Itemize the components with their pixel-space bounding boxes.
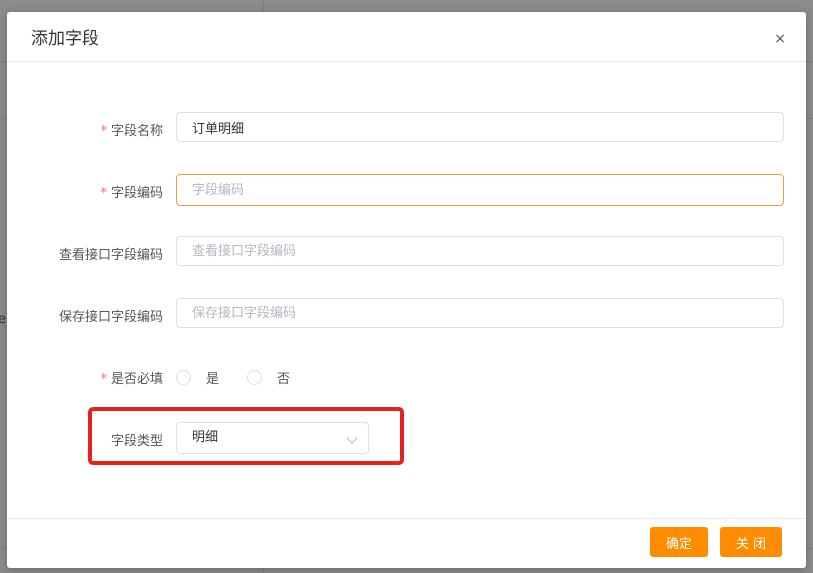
is-required-radio-group: 是 否: [176, 368, 318, 387]
required-mark: *: [100, 372, 107, 387]
highlight-box: [88, 407, 404, 465]
field-name-input[interactable]: [176, 112, 784, 142]
is-required-label: * 是否必填: [100, 372, 163, 387]
add-field-dialog: 添加字段 × *字段名称 *字段编码 查看接口字段编码 保存接口字段编码 *是否…: [7, 12, 806, 568]
dialog-footer: 确定 关 闭: [7, 518, 806, 568]
field-code-row: * 字段编码: [7, 174, 806, 206]
required-mark: *: [100, 124, 107, 139]
view-api-code-label: 查看接口字段编码: [58, 248, 163, 263]
save-api-code-label: 保存接口字段编码: [58, 310, 163, 325]
background-text: e: [0, 312, 6, 327]
view-api-code-input[interactable]: [176, 236, 784, 266]
radio-circle-icon: [247, 370, 263, 385]
close-button[interactable]: 关 闭: [720, 527, 782, 557]
confirm-button[interactable]: 确定: [650, 527, 708, 557]
save-api-code-input[interactable]: [176, 298, 784, 328]
dialog-title: 添加字段: [31, 29, 99, 49]
radio-no[interactable]: 否: [247, 368, 290, 387]
field-name-label: * 字段名称: [100, 124, 163, 139]
save-api-code-row: 保存接口字段编码: [7, 298, 806, 330]
dialog-header: 添加字段 ×: [7, 12, 806, 62]
field-name-row: * 字段名称: [7, 112, 806, 144]
radio-no-label: 否: [277, 372, 291, 387]
field-code-input[interactable]: [176, 174, 784, 206]
required-mark: *: [100, 186, 107, 201]
view-api-code-row: 查看接口字段编码: [7, 236, 806, 268]
close-icon[interactable]: ×: [774, 32, 786, 46]
radio-circle-icon: [176, 370, 191, 385]
radio-yes[interactable]: 是: [176, 368, 219, 387]
radio-yes-label: 是: [206, 372, 220, 387]
field-code-label: * 字段编码: [100, 186, 163, 201]
is-required-row: * 是否必填 是 否: [7, 362, 806, 394]
